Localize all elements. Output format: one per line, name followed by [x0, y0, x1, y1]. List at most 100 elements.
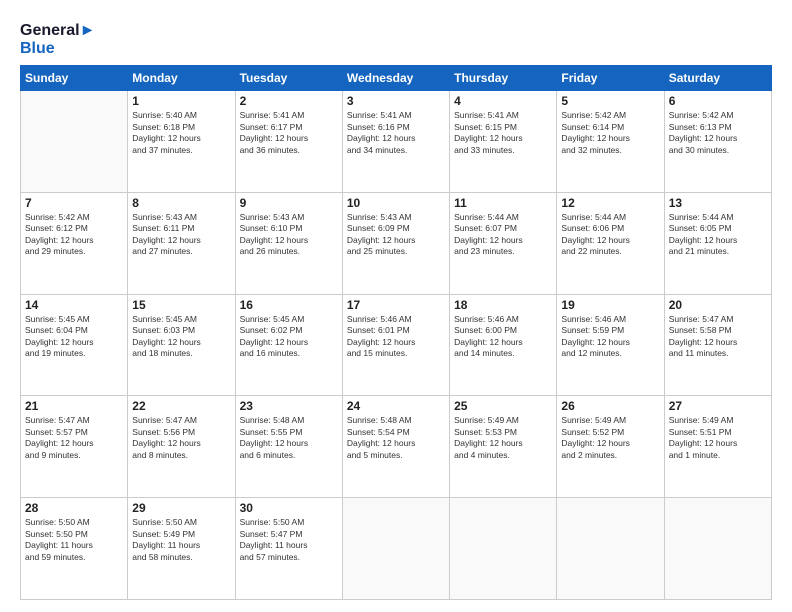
day-info: Sunrise: 5:41 AM Sunset: 6:16 PM Dayligh…: [347, 110, 445, 156]
day-number: 4: [454, 94, 552, 108]
day-cell: 4 Sunrise: 5:41 AM Sunset: 6:15 PM Daylig…: [450, 91, 557, 193]
header: General► Blue: [20, 18, 772, 57]
day-cell: [664, 498, 771, 600]
day-info: Sunrise: 5:50 AM Sunset: 5:50 PM Dayligh…: [25, 517, 123, 563]
week-row-1: 1 Sunrise: 5:40 AM Sunset: 6:18 PM Daylig…: [21, 91, 772, 193]
day-cell: 30Sunrise: 5:50 AM Sunset: 5:47 PM Dayli…: [235, 498, 342, 600]
logo: General► Blue: [20, 22, 95, 57]
day-info: Sunrise: 5:48 AM Sunset: 5:54 PM Dayligh…: [347, 415, 445, 461]
day-cell: 8 Sunrise: 5:43 AM Sunset: 6:11 PM Daylig…: [128, 192, 235, 294]
day-cell: 22 Sunrise: 5:47 AM Sunset: 5:56 PM Dayli…: [128, 396, 235, 498]
day-info: Sunrise: 5:49 AM Sunset: 5:53 PM Dayligh…: [454, 415, 552, 461]
day-cell: 9 Sunrise: 5:43 AM Sunset: 6:10 PM Daylig…: [235, 192, 342, 294]
day-info: Sunrise: 5:44 AM Sunset: 6:07 PM Dayligh…: [454, 212, 552, 258]
week-row-3: 14 Sunrise: 5:45 AM Sunset: 6:04 PM Dayli…: [21, 294, 772, 396]
day-cell: [557, 498, 664, 600]
day-cell: 2Sunrise: 5:41 AM Sunset: 6:17 PM Daylig…: [235, 91, 342, 193]
day-cell: 3 Sunrise: 5:41 AM Sunset: 6:16 PM Daylig…: [342, 91, 449, 193]
day-cell: 13 Sunrise: 5:44 AM Sunset: 6:05 PM Dayli…: [664, 192, 771, 294]
weekday-friday: Friday: [557, 66, 664, 91]
day-info: Sunrise: 5:43 AM Sunset: 6:10 PM Dayligh…: [240, 212, 338, 258]
day-info: Sunrise: 5:42 AM Sunset: 6:13 PM Dayligh…: [669, 110, 767, 156]
day-number: 13: [669, 196, 767, 210]
week-row-5: 28 Sunrise: 5:50 AM Sunset: 5:50 PM Dayli…: [21, 498, 772, 600]
day-number: 11: [454, 196, 552, 210]
day-info: Sunrise: 5:49 AM Sunset: 5:51 PM Dayligh…: [669, 415, 767, 461]
day-number: 2: [240, 94, 338, 108]
week-row-4: 21 Sunrise: 5:47 AM Sunset: 5:57 PM Dayli…: [21, 396, 772, 498]
day-info: Sunrise: 5:40 AM Sunset: 6:18 PM Dayligh…: [132, 110, 230, 156]
logo-text: General► Blue: [20, 22, 95, 57]
day-number: 1: [132, 94, 230, 108]
day-info: Sunrise: 5:46 AM Sunset: 5:59 PM Dayligh…: [561, 314, 659, 360]
day-number: 21: [25, 399, 123, 413]
day-info: Sunrise: 5:45 AM Sunset: 6:02 PM Dayligh…: [240, 314, 338, 360]
weekday-saturday: Saturday: [664, 66, 771, 91]
day-info: Sunrise: 5:42 AM Sunset: 6:12 PM Dayligh…: [25, 212, 123, 258]
day-cell: 12 Sunrise: 5:44 AM Sunset: 6:06 PM Dayli…: [557, 192, 664, 294]
day-number: 3: [347, 94, 445, 108]
weekday-tuesday: Tuesday: [235, 66, 342, 91]
day-cell: 15 Sunrise: 5:45 AM Sunset: 6:03 PM Dayli…: [128, 294, 235, 396]
day-number: 18: [454, 298, 552, 312]
day-cell: 19 Sunrise: 5:46 AM Sunset: 5:59 PM Dayli…: [557, 294, 664, 396]
day-number: 22: [132, 399, 230, 413]
day-cell: 27Sunrise: 5:49 AM Sunset: 5:51 PM Dayli…: [664, 396, 771, 498]
day-number: 6: [669, 94, 767, 108]
calendar-table: SundayMondayTuesdayWednesdayThursdayFrid…: [20, 65, 772, 600]
day-cell: 23 Sunrise: 5:48 AM Sunset: 5:55 PM Dayli…: [235, 396, 342, 498]
day-number: 29: [132, 501, 230, 515]
day-number: 14: [25, 298, 123, 312]
weekday-monday: Monday: [128, 66, 235, 91]
day-cell: 7 Sunrise: 5:42 AM Sunset: 6:12 PM Daylig…: [21, 192, 128, 294]
week-row-2: 7 Sunrise: 5:42 AM Sunset: 6:12 PM Daylig…: [21, 192, 772, 294]
day-number: 24: [347, 399, 445, 413]
day-number: 20: [669, 298, 767, 312]
day-number: 15: [132, 298, 230, 312]
day-cell: 5Sunrise: 5:42 AM Sunset: 6:14 PM Daylig…: [557, 91, 664, 193]
day-info: Sunrise: 5:50 AM Sunset: 5:49 PM Dayligh…: [132, 517, 230, 563]
day-info: Sunrise: 5:44 AM Sunset: 6:05 PM Dayligh…: [669, 212, 767, 258]
day-cell: 18Sunrise: 5:46 AM Sunset: 6:00 PM Dayli…: [450, 294, 557, 396]
day-number: 9: [240, 196, 338, 210]
day-info: Sunrise: 5:42 AM Sunset: 6:14 PM Dayligh…: [561, 110, 659, 156]
day-cell: 10 Sunrise: 5:43 AM Sunset: 6:09 PM Dayli…: [342, 192, 449, 294]
day-info: Sunrise: 5:43 AM Sunset: 6:09 PM Dayligh…: [347, 212, 445, 258]
day-cell: 6 Sunrise: 5:42 AM Sunset: 6:13 PM Daylig…: [664, 91, 771, 193]
day-cell: 16Sunrise: 5:45 AM Sunset: 6:02 PM Dayli…: [235, 294, 342, 396]
day-cell: [450, 498, 557, 600]
day-info: Sunrise: 5:47 AM Sunset: 5:56 PM Dayligh…: [132, 415, 230, 461]
day-cell: 17Sunrise: 5:46 AM Sunset: 6:01 PM Dayli…: [342, 294, 449, 396]
day-cell: [342, 498, 449, 600]
day-info: Sunrise: 5:47 AM Sunset: 5:58 PM Dayligh…: [669, 314, 767, 360]
day-cell: 11 Sunrise: 5:44 AM Sunset: 6:07 PM Dayli…: [450, 192, 557, 294]
day-info: Sunrise: 5:44 AM Sunset: 6:06 PM Dayligh…: [561, 212, 659, 258]
day-cell: 20 Sunrise: 5:47 AM Sunset: 5:58 PM Dayli…: [664, 294, 771, 396]
day-info: Sunrise: 5:45 AM Sunset: 6:04 PM Dayligh…: [25, 314, 123, 360]
day-number: 19: [561, 298, 659, 312]
day-number: 28: [25, 501, 123, 515]
day-info: Sunrise: 5:45 AM Sunset: 6:03 PM Dayligh…: [132, 314, 230, 360]
day-number: 12: [561, 196, 659, 210]
day-number: 8: [132, 196, 230, 210]
day-number: 7: [25, 196, 123, 210]
day-cell: 26Sunrise: 5:49 AM Sunset: 5:52 PM Dayli…: [557, 396, 664, 498]
day-cell: [21, 91, 128, 193]
day-number: 17: [347, 298, 445, 312]
day-number: 10: [347, 196, 445, 210]
weekday-wednesday: Wednesday: [342, 66, 449, 91]
day-number: 23: [240, 399, 338, 413]
day-cell: 1 Sunrise: 5:40 AM Sunset: 6:18 PM Daylig…: [128, 91, 235, 193]
day-info: Sunrise: 5:48 AM Sunset: 5:55 PM Dayligh…: [240, 415, 338, 461]
day-cell: 28 Sunrise: 5:50 AM Sunset: 5:50 PM Dayli…: [21, 498, 128, 600]
weekday-thursday: Thursday: [450, 66, 557, 91]
weekday-sunday: Sunday: [21, 66, 128, 91]
day-info: Sunrise: 5:41 AM Sunset: 6:15 PM Dayligh…: [454, 110, 552, 156]
day-number: 25: [454, 399, 552, 413]
day-cell: 21 Sunrise: 5:47 AM Sunset: 5:57 PM Dayli…: [21, 396, 128, 498]
weekday-header-row: SundayMondayTuesdayWednesdayThursdayFrid…: [21, 66, 772, 91]
day-cell: 29 Sunrise: 5:50 AM Sunset: 5:49 PM Dayli…: [128, 498, 235, 600]
day-info: Sunrise: 5:50 AM Sunset: 5:47 PM Dayligh…: [240, 517, 338, 563]
day-info: Sunrise: 5:47 AM Sunset: 5:57 PM Dayligh…: [25, 415, 123, 461]
day-info: Sunrise: 5:43 AM Sunset: 6:11 PM Dayligh…: [132, 212, 230, 258]
